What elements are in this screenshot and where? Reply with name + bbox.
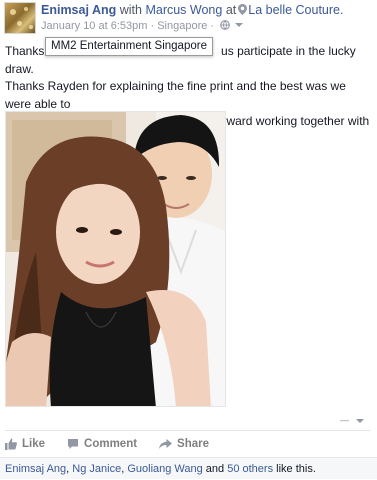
actions-divider: [5, 430, 370, 431]
thumbs-up-icon: [5, 438, 17, 450]
post-photo[interactable]: [5, 111, 226, 407]
post-headline: Enimsaj Ang with Marcus Wong at La belle …: [41, 3, 375, 18]
audience-chevron-down-icon[interactable]: [235, 21, 244, 29]
comment-bubble-icon: [68, 439, 79, 449]
like-button[interactable]: Like: [5, 438, 45, 450]
liker-name[interactable]: Guoliang Wang: [127, 463, 202, 475]
comment-label: Comment: [84, 438, 138, 450]
likes-and: and: [202, 463, 228, 475]
timestamp[interactable]: January 10 at 6:53pm: [41, 20, 147, 32]
couple-selfie-image: [6, 112, 225, 406]
facebook-post: Enimsaj Ang with Marcus Wong at La belle …: [0, 0, 377, 479]
likes-suffix: like this.: [273, 463, 316, 475]
location-pin-icon: [238, 4, 248, 15]
place-name[interactable]: Singapore: [157, 20, 207, 32]
meta-separator-2: ·: [210, 20, 215, 32]
location-tooltip: MM2 Entertainment Singapore: [45, 37, 213, 56]
meta-separator: ·: [150, 20, 155, 32]
author-avatar[interactable]: [4, 2, 36, 34]
author-name[interactable]: Enimsaj Ang: [41, 3, 116, 17]
likes-others-link[interactable]: 50 others: [227, 463, 273, 475]
options-chevron-down-icon[interactable]: [340, 417, 370, 425]
location-link[interactable]: La belle Couture.: [248, 3, 343, 17]
share-arrow-icon: [159, 439, 173, 449]
liker-name[interactable]: Ng Janice: [72, 463, 121, 475]
with-word: with: [119, 3, 142, 17]
likes-summary: Enimsaj Ang, Ng Janice, Guoliang Wang an…: [0, 457, 377, 479]
at-word: at: [225, 3, 237, 17]
post-meta: January 10 at 6:53pm · Singapore ·: [41, 20, 244, 33]
liker-name[interactable]: Enimsaj Ang: [5, 463, 66, 475]
post-text-line: Thanks Rayden for explaining the fine pr…: [5, 79, 346, 111]
tagged-friend[interactable]: Marcus Wong: [145, 3, 222, 17]
comment-button[interactable]: Comment: [67, 438, 137, 450]
post-options[interactable]: [340, 417, 370, 428]
share-button[interactable]: Share: [159, 438, 209, 450]
globe-icon[interactable]: [220, 20, 231, 30]
like-label: Like: [22, 438, 46, 450]
post-actions: Like Comment Share: [5, 436, 231, 452]
share-label: Share: [177, 438, 210, 450]
